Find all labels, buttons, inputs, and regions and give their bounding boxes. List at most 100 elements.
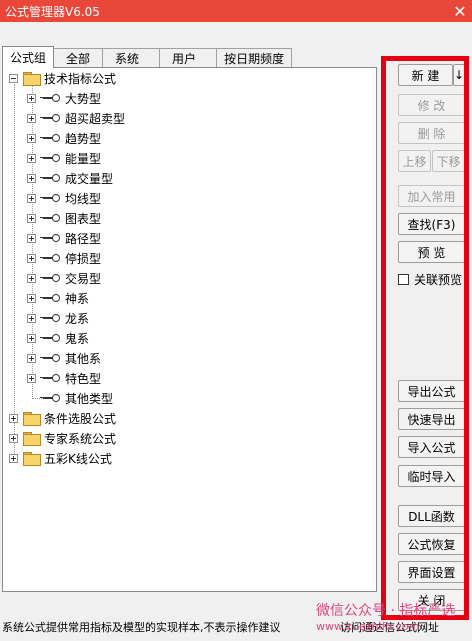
tree-node-technical-indicators[interactable]: 技术指标公式 [9,68,116,88]
tree-node[interactable]: 龙系 [27,308,89,328]
import-formula-button[interactable]: 导入公式 [398,436,465,458]
folder-icon [23,412,41,426]
tree-line [14,84,15,462]
dll-functions-button[interactable]: DLL函数 [398,505,465,527]
find-button[interactable]: 查找(F3) [398,213,465,235]
tab-by-date-frequency[interactable]: 按日期频度 [216,48,293,68]
formula-key-icon [40,254,60,262]
tree-node-expert-system[interactable]: 专家系统公式 [9,428,116,448]
watermark-line1: 微信公众号 · 指标严选 [316,603,456,619]
tab-all[interactable]: 全部 [53,48,104,68]
tree-node-label: 超买超卖型 [65,111,126,126]
modify-button[interactable]: 修 改 [398,94,465,116]
tree-node[interactable]: 停损型 [27,248,101,268]
quick-export-button[interactable]: 快速导出 [398,408,465,430]
tree-node-label: 五彩K线公式 [44,451,112,466]
expand-icon[interactable] [9,453,18,463]
expand-icon[interactable] [27,113,36,123]
expand-icon[interactable] [27,373,36,383]
expand-icon[interactable] [27,93,36,103]
tree-node-label: 大势型 [65,91,102,106]
ui-settings-button[interactable]: 界面设置 [398,561,465,583]
tree-node[interactable]: 其他系 [27,348,101,368]
expand-icon[interactable] [27,213,36,223]
expand-icon[interactable] [27,293,36,303]
tree-node-label: 其他系 [65,351,102,366]
tree-node[interactable]: 趋势型 [27,128,101,148]
tree-node-label: 技术指标公式 [44,71,117,86]
expand-icon[interactable] [9,413,18,423]
tab-user[interactable]: 用户 [159,48,218,68]
linked-preview-checkbox[interactable] [398,274,409,285]
tree-node[interactable]: 鬼系 [27,328,89,348]
expand-icon[interactable] [27,133,36,143]
close-icon[interactable]: ✕ [448,0,472,22]
folder-icon [23,72,41,86]
tree-node[interactable]: 特色型 [27,368,101,388]
tree-node-label: 路径型 [65,231,102,246]
tree-node-label: 成交量型 [65,171,114,186]
tree-node[interactable]: 超买超卖型 [27,108,125,128]
tree-node-label: 能量型 [65,151,102,166]
new-button[interactable]: 新 建 [398,64,453,86]
preview-button[interactable]: 预 览 [398,241,465,263]
expand-icon[interactable] [27,193,36,203]
tree-node-label: 其他类型 [65,391,114,406]
tree-node[interactable]: 均线型 [27,188,101,208]
watermark-line2: www.xuezhifu.com [316,620,420,633]
tree-node[interactable]: 图表型 [27,208,101,228]
tree-node[interactable]: 交易型 [27,268,101,288]
tree-node[interactable]: 其他类型 [27,388,113,408]
tree-node-label: 停损型 [65,251,102,266]
tab-formula-group[interactable]: 公式组 [2,46,55,68]
move-down-button[interactable]: 下移 [432,150,465,172]
formula-key-icon [40,394,60,402]
tree-node-colored-kline[interactable]: 五彩K线公式 [9,448,112,468]
expand-icon[interactable] [27,253,36,263]
window-title: 公式管理器V6.05 [5,4,100,19]
formula-key-icon [40,174,60,182]
linked-preview-toggle[interactable]: 关联预览 [398,271,462,288]
temp-import-button[interactable]: 临时导入 [398,465,465,487]
expand-icon[interactable] [27,313,36,323]
tree-node[interactable]: 神系 [27,288,89,308]
delete-button[interactable]: 删 除 [398,122,465,144]
expand-icon[interactable] [27,353,36,363]
move-up-button[interactable]: 上移 [398,150,431,172]
tree-node[interactable]: 成交量型 [27,168,113,188]
formula-key-icon [40,334,60,342]
tree-node-label: 交易型 [65,271,102,286]
formula-key-icon [40,154,60,162]
expand-icon[interactable] [27,233,36,243]
linked-preview-label: 关联预览 [414,273,463,287]
expand-icon[interactable] [27,333,36,343]
new-dropdown-button[interactable]: ↓ [453,64,465,86]
formula-key-icon [40,114,60,122]
tree-node[interactable]: 大势型 [27,88,101,108]
add-to-common-button[interactable]: 加入常用 [398,185,465,207]
formula-key-icon [40,354,60,362]
export-formula-button[interactable]: 导出公式 [398,380,465,402]
formula-key-icon [40,274,60,282]
formula-key-icon [40,94,60,102]
formula-tree[interactable]: 技术指标公式 大势型 超买超卖型 趋势型 能量型 成交量型 均线型 图表型 路径… [2,67,377,592]
formula-key-icon [40,294,60,302]
collapse-icon[interactable] [9,73,18,83]
expand-icon[interactable] [9,433,18,443]
tree-node-label: 条件选股公式 [44,411,117,426]
tree-node[interactable]: 能量型 [27,148,101,168]
tree-node-label: 均线型 [65,191,102,206]
tree-node-label: 专家系统公式 [44,431,117,446]
expand-icon[interactable] [27,273,36,283]
tree-node[interactable]: 路径型 [27,228,101,248]
tree-node-label: 鬼系 [65,331,90,346]
expand-icon[interactable] [27,173,36,183]
formula-restore-button[interactable]: 公式恢复 [398,533,465,555]
folder-icon [23,432,41,446]
tab-system[interactable]: 系统 [102,48,161,68]
folder-icon [23,452,41,466]
tree-node-label: 趋势型 [65,131,102,146]
formula-key-icon [40,234,60,242]
tree-node-condition-stock-selection[interactable]: 条件选股公式 [9,408,116,428]
expand-icon[interactable] [27,153,36,163]
